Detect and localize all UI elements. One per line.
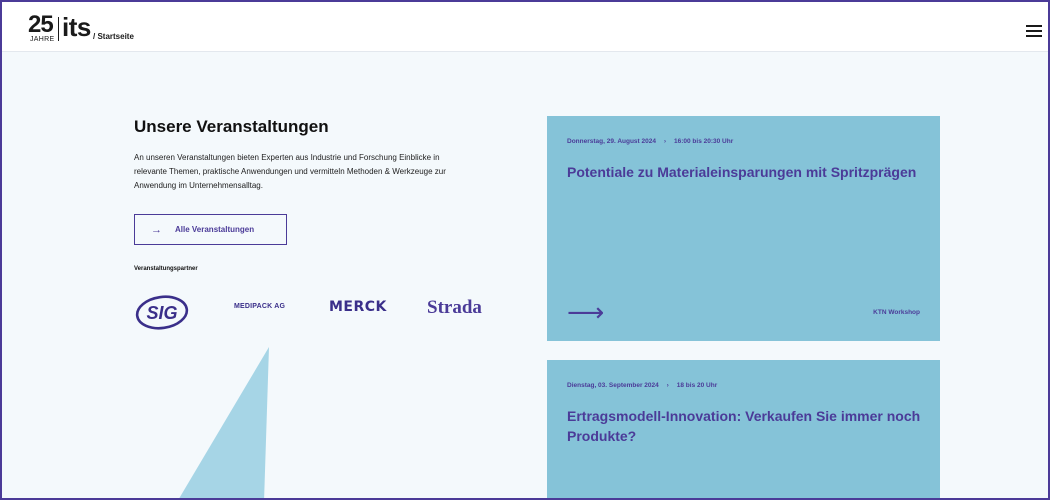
event-title[interactable]: Potentiale zu Materialeinsparungen mit S… [567, 162, 927, 182]
event-title[interactable]: Ertragsmodell-Innovation: Verkaufen Sie … [567, 406, 927, 446]
event-card[interactable]: Dienstag, 03. September 2024 › 18 bis 20… [547, 360, 940, 498]
page-frame: 25 JAHRE its / Startseite Unsere Veranst… [0, 0, 1050, 500]
section-description: An unseren Veranstaltungen bieten Expert… [134, 153, 446, 190]
breadcrumb[interactable]: / Startseite [93, 32, 134, 41]
logo-divider [58, 17, 59, 41]
event-meta: Donnerstag, 29. August 2024 › 16:00 bis … [567, 138, 733, 145]
arrow-right-icon: → [151, 223, 162, 236]
event-type-label: KTN Workshop [873, 309, 920, 316]
event-time: 18 bis 20 Uhr [676, 382, 718, 389]
logo-number[interactable]: 25 [28, 13, 54, 37]
event-date: Dienstag, 03. September 2024 [567, 382, 659, 389]
logo-name[interactable]: its [62, 14, 91, 40]
logo-sub: JAHRE [30, 36, 55, 43]
event-date: Donnerstag, 29. August 2024 [567, 138, 656, 145]
hamburger-menu-icon[interactable] [1026, 25, 1042, 37]
site-header: 25 JAHRE its / Startseite [2, 2, 1048, 52]
partner-logo-sig[interactable]: SIG [135, 295, 190, 330]
partners-label: Veranstaltungspartner [134, 266, 198, 272]
partner-logo-merck[interactable]: MERCK [329, 299, 387, 315]
chevron-right-icon: › [666, 382, 669, 389]
all-events-button-label: Alle Veranstaltungen [175, 225, 255, 234]
arrow-right-icon[interactable]: ⟶ [567, 299, 604, 325]
all-events-button[interactable]: → Alle Veranstaltungen [134, 214, 287, 245]
partner-logo-sig-text: SIG [146, 303, 177, 323]
section-title: Unsere Veranstaltungen [134, 117, 329, 136]
event-time: 16:00 bis 20:30 Uhr [673, 138, 734, 145]
event-card[interactable]: Donnerstag, 29. August 2024 › 16:00 bis … [547, 116, 940, 341]
event-meta: Dienstag, 03. September 2024 › 18 bis 20… [567, 382, 717, 389]
partner-logo-medipack[interactable]: MEDIPACK AG [234, 303, 285, 310]
chevron-right-icon: › [663, 138, 666, 145]
partner-logo-strada[interactable]: Strada [427, 297, 482, 319]
edge-widget[interactable] [1046, 342, 1048, 412]
